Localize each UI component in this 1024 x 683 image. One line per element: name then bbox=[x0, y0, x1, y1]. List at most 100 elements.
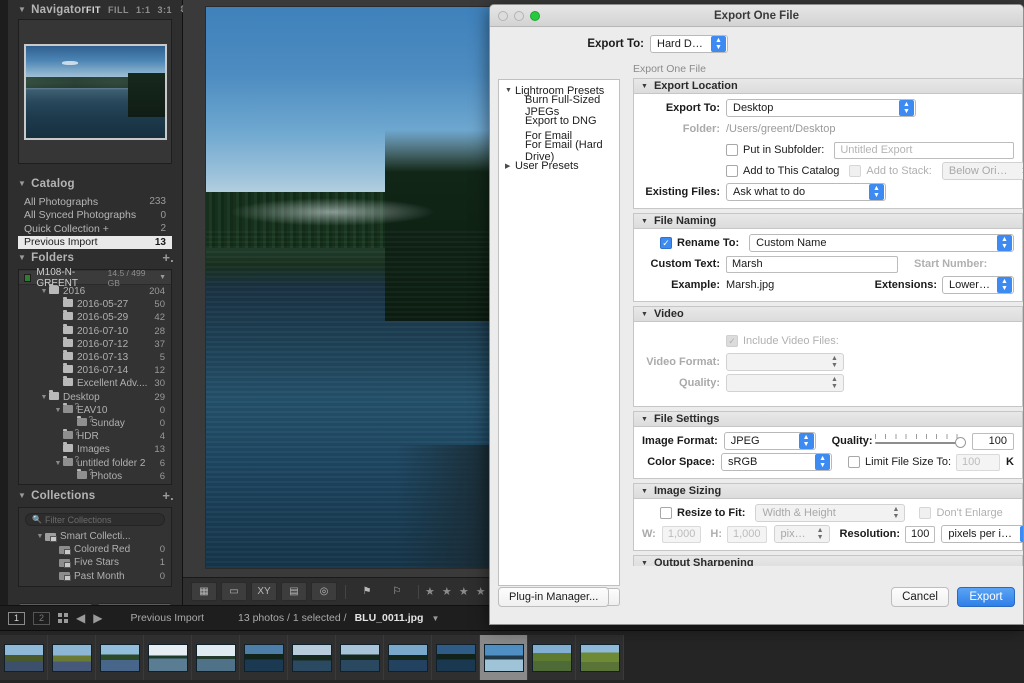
disclosure-triangle-icon[interactable]: ▼ bbox=[641, 560, 648, 567]
subfolder-name-input[interactable]: Untitled Export bbox=[834, 141, 1014, 159]
catalog-item[interactable]: Previous Import 13 bbox=[18, 235, 172, 249]
zoom-mode-fill[interactable]: FILL bbox=[108, 5, 129, 15]
main-photo[interactable] bbox=[205, 6, 495, 569]
minimize-icon[interactable] bbox=[514, 10, 524, 21]
folder-item[interactable]: 2016-07-14 12 bbox=[19, 363, 171, 377]
drive-row[interactable]: M108-N-GREENT 14.5 / 499 GB ▼ bbox=[19, 267, 171, 289]
export-to-folder-select[interactable]: Desktop ▲ ▼ bbox=[726, 99, 916, 117]
dialog-titlebar[interactable]: Export One File bbox=[490, 5, 1023, 27]
filmstrip-thumbnail[interactable] bbox=[240, 635, 288, 680]
folder-item[interactable]: ▼ Desktop 29 bbox=[19, 389, 171, 404]
quality-value-input[interactable]: 100 bbox=[972, 432, 1014, 450]
folder-item[interactable]: ▼ EAV10 0 bbox=[19, 402, 171, 417]
loupe-view-icon[interactable]: ▭ bbox=[221, 582, 247, 601]
next-photo-icon[interactable]: ▶ bbox=[93, 611, 102, 625]
navigator-preview[interactable] bbox=[18, 19, 172, 164]
collection-item[interactable]: Colored Red 0 bbox=[19, 543, 171, 556]
disclosure-triangle-icon[interactable]: ▼ bbox=[641, 416, 648, 423]
extensions-select[interactable]: Lowercase ▲▼ bbox=[942, 276, 1014, 294]
rename-to-select[interactable]: Custom Name ▲ ▼ bbox=[749, 234, 1014, 252]
folder-item[interactable]: Sunday 0 bbox=[19, 415, 171, 430]
zoom-mode-3to1[interactable]: 3:1 bbox=[157, 5, 172, 15]
preset-item[interactable]: Burn Full-Sized JPEGs bbox=[499, 94, 619, 118]
disclosure-triangle-icon[interactable]: ▼ bbox=[53, 407, 63, 414]
folder-item[interactable]: Photos 6 bbox=[19, 468, 171, 483]
disclosure-triangle-icon[interactable]: ▼ bbox=[505, 87, 515, 94]
folder-item[interactable]: 2016-05-29 42 bbox=[19, 310, 171, 324]
folder-item[interactable]: Images 13 bbox=[19, 442, 171, 456]
folder-item[interactable]: HDR 4 bbox=[19, 428, 171, 443]
collection-item[interactable]: Past Month 0 bbox=[19, 570, 171, 583]
folder-item[interactable]: 2016-07-10 28 bbox=[19, 323, 171, 338]
disclosure-triangle-icon[interactable]: ▼ bbox=[35, 533, 45, 540]
export-to-destination-select[interactable]: Hard Drive ▲ ▼ bbox=[650, 35, 728, 53]
resize-to-fit-checkbox[interactable] bbox=[660, 507, 672, 519]
disclosure-triangle-icon[interactable]: ▼ bbox=[641, 218, 648, 225]
resolution-unit-select[interactable]: pixels per inch ▲▼ bbox=[941, 525, 1023, 543]
disclosure-triangle-icon[interactable]: ▼ bbox=[18, 5, 26, 14]
people-view-icon[interactable]: ◎ bbox=[311, 582, 337, 601]
filmstrip-thumbnail[interactable] bbox=[96, 635, 144, 680]
survey-view-icon[interactable]: ▤ bbox=[281, 582, 307, 601]
flag-pick-icon[interactable]: ⚑ bbox=[354, 582, 380, 601]
video-header[interactable]: ▼ Video bbox=[634, 307, 1022, 322]
cancel-button[interactable]: Cancel bbox=[891, 587, 949, 607]
image-sizing-header[interactable]: ▼ Image Sizing bbox=[634, 484, 1022, 499]
close-icon[interactable] bbox=[498, 10, 508, 21]
image-format-select[interactable]: JPEG ▲ ▼ bbox=[723, 432, 816, 450]
export-location-header[interactable]: ▼ Export Location bbox=[634, 79, 1022, 94]
current-filename[interactable]: BLU_0011.jpg bbox=[355, 612, 424, 624]
custom-text-input[interactable]: Marsh bbox=[726, 255, 898, 273]
filmstrip-thumbnail[interactable] bbox=[288, 635, 336, 680]
catalog-item[interactable]: All Synced Photographs 0 bbox=[18, 209, 172, 223]
maximize-icon[interactable] bbox=[530, 10, 540, 21]
folder-item[interactable]: Excellent Adv.... 30 bbox=[19, 376, 171, 390]
disclosure-triangle-icon[interactable]: ▼ bbox=[641, 311, 648, 318]
disclosure-triangle-icon[interactable]: ▼ bbox=[18, 253, 26, 262]
disclosure-triangle-icon[interactable]: ▼ bbox=[39, 288, 49, 295]
filmstrip-thumbnail[interactable] bbox=[0, 635, 48, 680]
limit-file-size-checkbox[interactable] bbox=[848, 456, 861, 468]
folder-item[interactable]: ▼ untitled folder 2 6 bbox=[19, 455, 171, 469]
disclosure-triangle-icon[interactable]: ▼ bbox=[39, 394, 49, 401]
panel-resize-edge[interactable] bbox=[0, 0, 8, 630]
grid-toggle-icon[interactable] bbox=[58, 613, 68, 623]
color-space-select[interactable]: sRGB ▲ ▼ bbox=[721, 453, 833, 471]
collections-header[interactable]: ▼ Collections +. bbox=[8, 486, 182, 505]
smart-collections-set[interactable]: ▼ Smart Collecti... bbox=[19, 530, 171, 543]
chevron-down-icon[interactable]: ▼ bbox=[431, 614, 439, 623]
settings-scroll-area[interactable]: ▼ Export Location Export To: Desktop ▲▼ bbox=[633, 78, 1023, 566]
zoom-mode-1to1[interactable]: 1:1 bbox=[136, 5, 151, 15]
rename-to-checkbox[interactable]: ✓ bbox=[660, 237, 672, 249]
file-naming-header[interactable]: ▼ File Naming bbox=[634, 214, 1022, 229]
page-indicator-secondary[interactable]: 2 bbox=[33, 611, 50, 625]
disclosure-triangle-icon[interactable]: ▼ bbox=[18, 179, 26, 188]
filmstrip-thumbnail[interactable] bbox=[576, 635, 624, 680]
filmstrip-thumbnail[interactable] bbox=[432, 635, 480, 680]
grid-view-icon[interactable]: ▦ bbox=[191, 582, 217, 601]
add-folder-icon[interactable]: +. bbox=[162, 250, 174, 265]
file-settings-header[interactable]: ▼ File Settings bbox=[634, 412, 1022, 427]
resolution-input[interactable]: 100 bbox=[905, 525, 936, 543]
filmstrip-thumbnail[interactable] bbox=[528, 635, 576, 680]
disclosure-triangle-icon[interactable]: ▶ bbox=[505, 162, 515, 170]
page-indicator-primary[interactable]: 1 bbox=[8, 611, 25, 625]
disclosure-triangle-icon[interactable]: ▼ bbox=[53, 460, 63, 467]
disclosure-triangle-icon[interactable]: ▼ bbox=[641, 488, 648, 495]
folder-item[interactable]: 2016-05-27 50 bbox=[19, 297, 171, 311]
disclosure-triangle-icon[interactable]: ▼ bbox=[641, 83, 648, 90]
output-sharpening-header[interactable]: ▼ Output Sharpening bbox=[634, 556, 1022, 566]
catalog-item[interactable]: All Photographs 233 bbox=[18, 195, 172, 209]
filmstrip-thumbnail[interactable] bbox=[192, 635, 240, 680]
quality-slider[interactable] bbox=[874, 434, 967, 448]
zoom-mode-fit[interactable]: FIT bbox=[86, 5, 101, 15]
navigator-header[interactable]: ▼ Navigator FIT FILL 1:1 3:1 ⇕ bbox=[8, 0, 187, 19]
filmstrip-thumbnail[interactable] bbox=[48, 635, 96, 680]
folders-header[interactable]: ▼ Folders +. bbox=[8, 248, 182, 267]
collection-item[interactable]: Five Stars 1 bbox=[19, 556, 171, 569]
folder-item[interactable]: 2016-07-12 37 bbox=[19, 336, 171, 351]
add-collection-icon[interactable]: +. bbox=[162, 488, 174, 503]
flag-reject-icon[interactable]: ⚐ bbox=[384, 582, 410, 601]
add-to-catalog-checkbox[interactable] bbox=[726, 165, 738, 177]
filmstrip-thumbnail[interactable] bbox=[480, 635, 528, 680]
